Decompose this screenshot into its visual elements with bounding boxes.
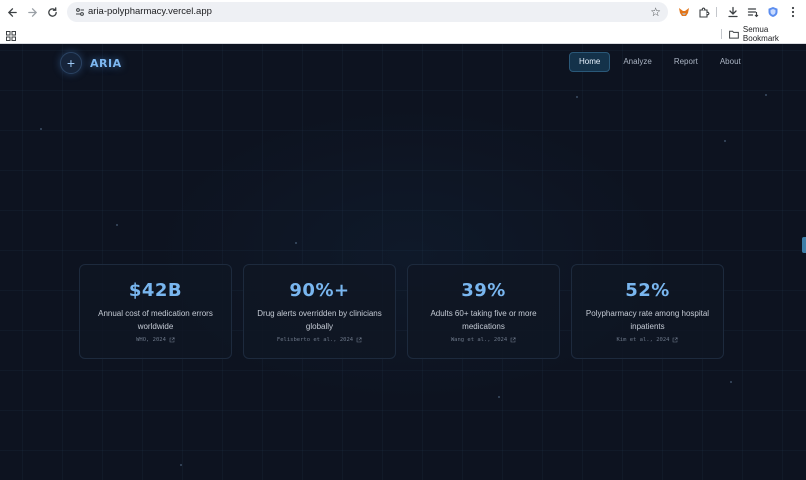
site-settings-icon[interactable] — [73, 5, 87, 19]
stat-value: 39% — [461, 280, 506, 301]
stat-value: 90%+ — [289, 280, 350, 301]
background-star — [498, 396, 500, 398]
back-icon[interactable] — [3, 3, 21, 21]
stat-description: Drug alerts overridden by clinicians glo… — [257, 309, 382, 331]
stat-description: Polypharmacy rate among hospital inpatie… — [585, 309, 710, 331]
forward-icon[interactable] — [23, 3, 41, 21]
stat-value: 52% — [625, 280, 670, 301]
nav-about[interactable]: About — [709, 52, 752, 72]
bookmarks-bar: Semua Bookmark — [0, 24, 806, 44]
stat-value: $42B — [128, 280, 183, 301]
external-link-icon — [673, 337, 678, 343]
bookmark-folder-label: Semua Bookmark — [742, 25, 779, 43]
external-link-icon — [356, 337, 362, 343]
nav-report[interactable]: Report — [663, 52, 709, 72]
download-icon[interactable] — [725, 3, 741, 21]
stat-description: Adults 60+ taking five or more medicatio… — [430, 309, 537, 331]
stat-source-text: Felisberto et al., 2024 — [276, 337, 354, 343]
all-bookmarks-folder[interactable]: Semua Bookmark — [729, 25, 806, 43]
logo-text: ARIA — [90, 56, 122, 70]
background-star — [765, 94, 767, 96]
side-drawer-tab[interactable] — [802, 237, 806, 253]
external-link-icon — [510, 337, 516, 343]
folder-icon — [729, 30, 739, 39]
bookmark-star-icon[interactable]: ☆ — [650, 4, 661, 20]
browser-menu-icon[interactable] — [785, 3, 801, 21]
background-glow — [150, 104, 670, 404]
bookmarks-separator — [721, 29, 722, 39]
external-link-icon — [169, 337, 175, 343]
background-star — [40, 128, 42, 130]
stat-source-text: WHO, 2024 — [136, 337, 166, 343]
extensions-puzzle-icon[interactable] — [696, 3, 712, 21]
apps-grid-icon[interactable] — [6, 28, 18, 41]
browser-toolbar: aria-polypharmacy.vercel.app ☆ — [0, 0, 806, 24]
background-star — [295, 242, 297, 244]
plus-icon: + — [60, 52, 82, 74]
stat-source-link[interactable]: WHO, 2024 — [136, 337, 175, 343]
stat-source-text: Kim et al., 2024 — [616, 337, 670, 343]
profile-avatar-icon[interactable] — [765, 3, 781, 21]
nav-home[interactable]: Home — [569, 52, 611, 72]
stat-card: $42B Annual cost of medication errors wo… — [79, 264, 232, 359]
stat-source-link[interactable]: Wang et al., 2024 — [451, 337, 516, 343]
browser-chrome: aria-polypharmacy.vercel.app ☆ Semua Boo… — [0, 0, 806, 44]
metamask-extension-icon[interactable] — [676, 3, 692, 21]
stat-description: Annual cost of medication errors worldwi… — [98, 309, 213, 331]
stat-card: 39% Adults 60+ taking five or more medic… — [407, 264, 560, 359]
site-logo[interactable]: + ARIA — [60, 52, 122, 74]
stats-row: $42B Annual cost of medication errors wo… — [79, 264, 724, 359]
background-star — [730, 381, 732, 383]
stat-card: 90%+ Drug alerts overridden by clinician… — [243, 264, 396, 359]
reading-list-icon[interactable] — [745, 3, 761, 21]
stat-source-link[interactable]: Kim et al., 2024 — [617, 337, 679, 343]
url-text[interactable]: aria-polypharmacy.vercel.app — [88, 5, 212, 19]
stat-source-text: Wang et al., 2024 — [450, 337, 508, 343]
background-star — [724, 140, 726, 142]
background-star — [576, 96, 578, 98]
address-bar[interactable]: aria-polypharmacy.vercel.app ☆ — [67, 2, 668, 22]
nav-analyze[interactable]: Analyze — [612, 52, 662, 72]
stat-source-link[interactable]: Felisberto et al., 2024 — [277, 337, 362, 343]
stat-card: 52% Polypharmacy rate among hospital inp… — [571, 264, 724, 359]
main-nav: Home Analyze Report About — [569, 52, 752, 72]
reload-icon[interactable] — [43, 3, 61, 21]
background-star — [116, 224, 118, 226]
toolbar-separator — [716, 7, 717, 17]
background-star — [180, 464, 182, 466]
page-viewport: + ARIA Home Analyze Report About $42B An… — [0, 44, 806, 480]
